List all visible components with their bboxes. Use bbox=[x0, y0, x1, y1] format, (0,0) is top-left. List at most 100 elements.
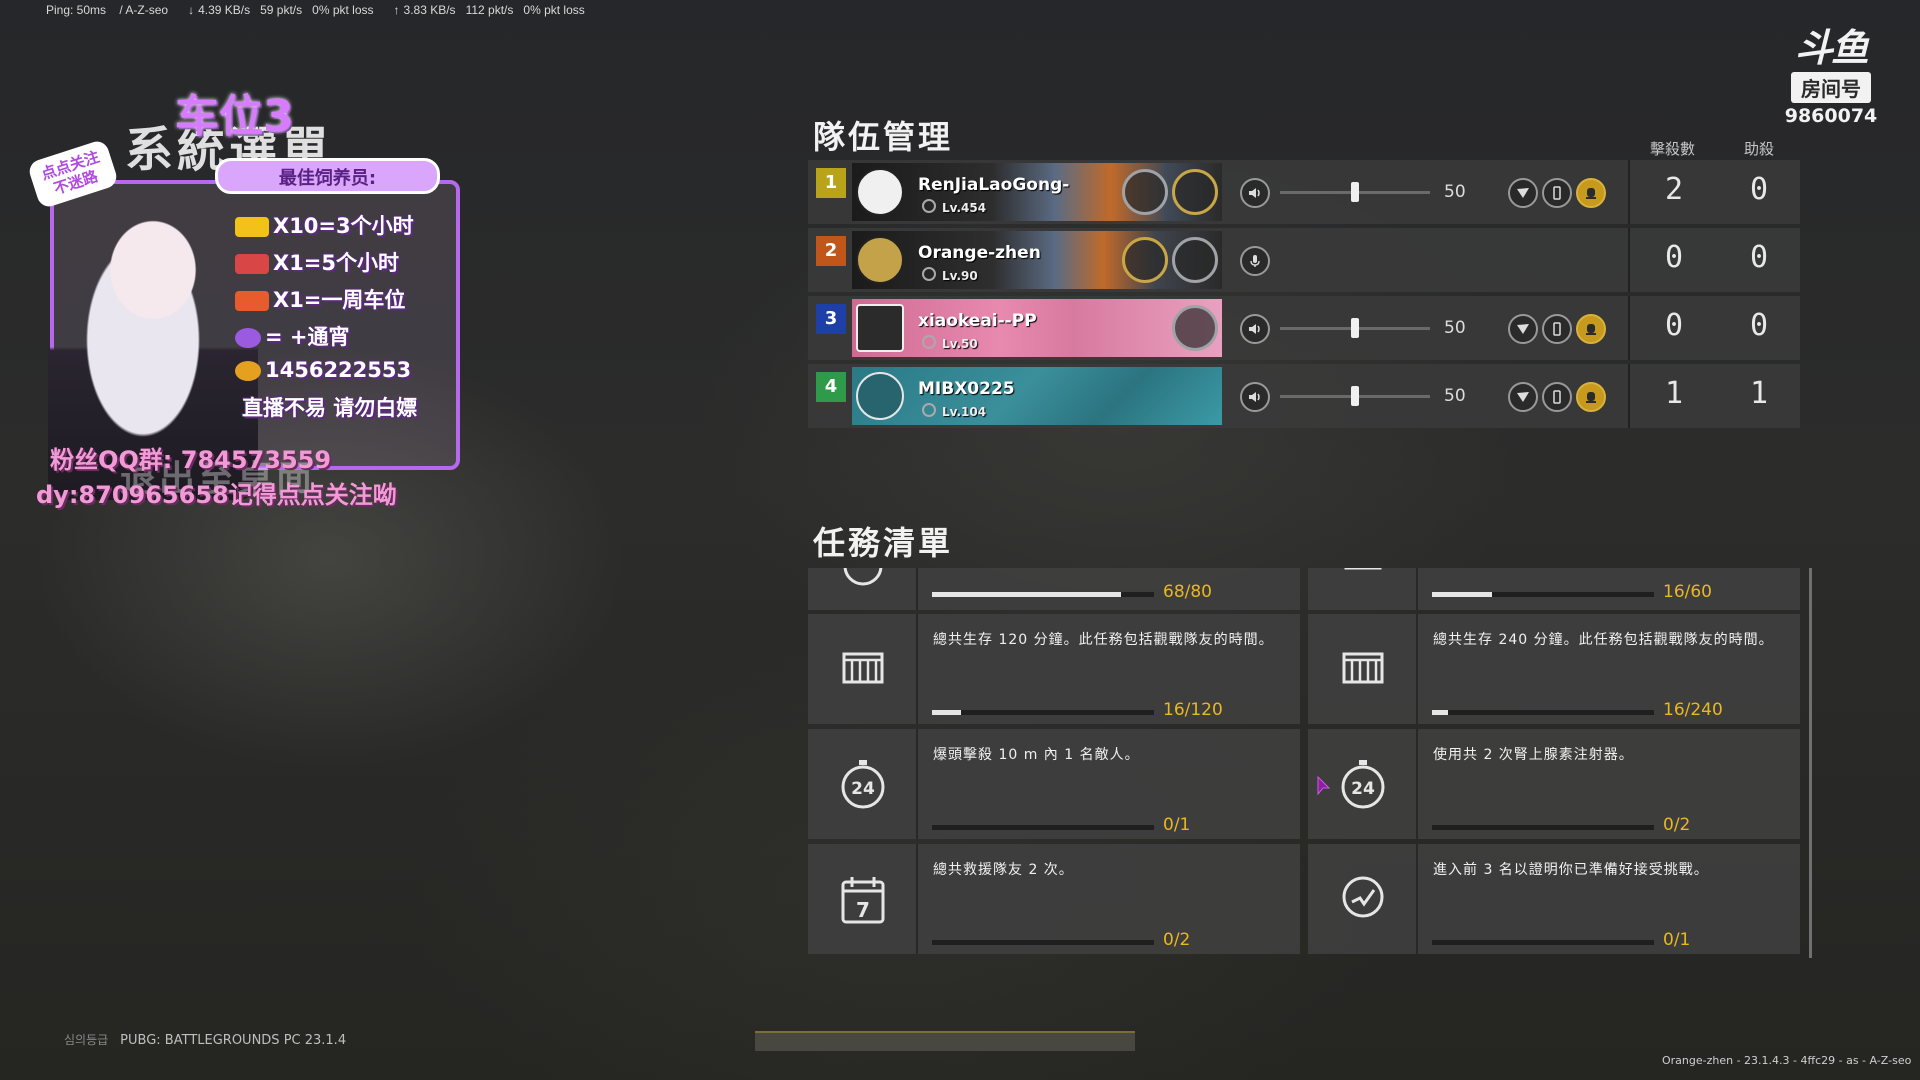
team-member-row: 3 xiaokeai--PP Lv.50 50 0 0 bbox=[808, 296, 1800, 360]
stopwatch-24-icon: 24 bbox=[1341, 760, 1385, 809]
volume-slider-knob[interactable] bbox=[1351, 386, 1359, 406]
mission-description: 總共生存 240 分鐘。此任務包括觀戰隊友的時間。 bbox=[1433, 632, 1774, 648]
player-level: Lv.90 bbox=[922, 267, 978, 283]
room-number: 9860074 bbox=[1784, 105, 1878, 127]
mission-description: 進入前 3 名以證明你已準備好接受挑戰。 bbox=[1433, 862, 1709, 878]
mission-progress-text: 0/1 bbox=[1163, 815, 1191, 835]
player-nameplate[interactable]: xiaokeai--PP Lv.50 bbox=[852, 299, 1222, 357]
team-member-row: 4 MIBX0225 Lv.104 50 1 1 bbox=[808, 364, 1800, 428]
column-divider bbox=[1628, 296, 1630, 360]
mission-progress-bar bbox=[932, 825, 1154, 830]
volume-slider-knob[interactable] bbox=[1351, 318, 1359, 338]
mission-card: 24 爆頭擊殺 10 m 內 1 名敵人。 0/1 bbox=[808, 729, 1300, 839]
player-level: Lv.50 bbox=[922, 335, 978, 351]
mission-icon-cell: 24 bbox=[808, 729, 918, 839]
download-arrow-icon: ↓ bbox=[188, 3, 195, 17]
microphone-button[interactable] bbox=[1240, 246, 1270, 276]
mission-icon-cell: 7 bbox=[808, 844, 918, 954]
rank-badge-icon bbox=[1122, 237, 1168, 283]
volume-slider[interactable] bbox=[1280, 318, 1430, 338]
report-button[interactable] bbox=[1576, 314, 1606, 344]
player-level: Lv.104 bbox=[922, 403, 986, 419]
svg-text:24: 24 bbox=[1351, 779, 1375, 799]
microphone-icon bbox=[1250, 255, 1260, 267]
mission-card: 24 使用共 2 次腎上腺素注射器。 0/2 bbox=[1308, 729, 1800, 839]
speaker-icon bbox=[1249, 188, 1260, 198]
mission-progress-bar bbox=[1432, 940, 1654, 945]
volume-value: 50 bbox=[1444, 318, 1466, 338]
ticket-icon bbox=[235, 217, 269, 237]
volume-slider[interactable] bbox=[1280, 386, 1430, 406]
kills-count: 1 bbox=[1664, 376, 1684, 411]
best-feeder-banner: 最佳饲养员: bbox=[215, 158, 440, 194]
kills-count: 2 bbox=[1664, 172, 1684, 207]
kills-count: 0 bbox=[1664, 308, 1684, 343]
report-icon bbox=[1586, 392, 1596, 403]
map-marker-button[interactable] bbox=[1508, 314, 1538, 344]
bottom-hint-bar bbox=[755, 1031, 1135, 1051]
achievement-badge-icon bbox=[1172, 169, 1218, 215]
map-marker-button[interactable] bbox=[1508, 178, 1538, 208]
achievement-badge-icon bbox=[1172, 237, 1218, 283]
mission-card: 7 總共救援隊友 2 次。 0/2 bbox=[808, 844, 1300, 954]
volume-slider-knob[interactable] bbox=[1351, 182, 1359, 202]
player-emblem-icon bbox=[856, 236, 904, 284]
phone-button[interactable] bbox=[1542, 382, 1572, 412]
mission-progress-text: 0/2 bbox=[1663, 815, 1691, 835]
mission-progress-text: 16/240 bbox=[1663, 700, 1723, 720]
speaker-icon bbox=[1249, 392, 1260, 402]
mission-list-title: 任務清單 bbox=[813, 524, 954, 562]
crate-icon bbox=[1342, 652, 1384, 684]
mission-progress-fill bbox=[932, 592, 1121, 597]
column-divider bbox=[1628, 160, 1630, 224]
mission-icon-cell bbox=[1308, 614, 1418, 724]
report-button[interactable] bbox=[1576, 178, 1606, 208]
crown-icon bbox=[235, 328, 261, 348]
volume-slider[interactable] bbox=[1280, 182, 1430, 202]
mission-list-scrollbar[interactable] bbox=[1809, 568, 1812, 958]
streamer-overlay: 系統選單 车位3 点点关注 不迷路 最佳饲养员: X10=3个小时 X1=5个小… bbox=[20, 70, 490, 510]
assists-count: 0 bbox=[1749, 240, 1769, 275]
speaker-button[interactable] bbox=[1240, 178, 1270, 208]
crate-icon bbox=[842, 652, 884, 684]
team-management-title: 隊伍管理 bbox=[813, 118, 954, 156]
svg-text:24: 24 bbox=[851, 779, 875, 799]
mission-description: 使用共 2 次腎上腺素注射器。 bbox=[1433, 747, 1634, 763]
player-name: Orange-zhen bbox=[918, 243, 1041, 263]
mission-card: 總共生存 120 分鐘。此任務包括觀戰隊友的時間。 16/120 bbox=[808, 614, 1300, 724]
map-marker-icon bbox=[1517, 324, 1529, 334]
player-name: xiaokeai--PP bbox=[918, 311, 1037, 331]
volume-value: 50 bbox=[1444, 386, 1466, 406]
phone-button[interactable] bbox=[1542, 314, 1572, 344]
mission-progress-bar bbox=[932, 592, 1154, 597]
pubg-emblem-icon bbox=[856, 304, 904, 352]
player-nameplate[interactable]: RenJiaLaoGong- Lv.454 bbox=[852, 163, 1222, 221]
player-nameplate[interactable]: Orange-zhen Lv.90 bbox=[852, 231, 1222, 289]
phone-icon bbox=[1553, 186, 1561, 200]
mission-progress-text: 0/2 bbox=[1163, 930, 1191, 950]
speaker-button[interactable] bbox=[1240, 314, 1270, 344]
assists-column-header: 助殺 bbox=[1744, 140, 1775, 158]
mission-progress-text: 16/120 bbox=[1163, 700, 1223, 720]
room-label: 房间号 bbox=[1791, 72, 1871, 103]
mission-card: 68/80 bbox=[808, 568, 1300, 610]
reward-line: = +通宵 bbox=[235, 321, 350, 351]
mission-description: 總共生存 120 分鐘。此任務包括觀戰隊友的時間。 bbox=[933, 632, 1274, 648]
kills-column-header: 擊殺數 bbox=[1650, 140, 1696, 158]
mission-progress-bar bbox=[932, 710, 1154, 715]
mission-list[interactable]: 68/80 16/60 總共生存 120 分鐘。此任務包括觀戰隊友的時間。 16… bbox=[808, 568, 1808, 958]
slot-number: 4 bbox=[816, 372, 846, 402]
upload-arrow-icon: ↑ bbox=[393, 3, 400, 17]
crate-icon bbox=[1344, 568, 1382, 570]
report-button[interactable] bbox=[1576, 382, 1606, 412]
player-level: Lv.454 bbox=[922, 199, 986, 215]
notice-line: 直播不易 请勿白嫖 bbox=[242, 396, 418, 420]
rank-badge-icon bbox=[1172, 305, 1218, 351]
mission-progress-fill bbox=[1432, 710, 1448, 715]
player-emblem-icon bbox=[856, 372, 904, 420]
mission-icon-cell bbox=[1308, 844, 1418, 954]
phone-button[interactable] bbox=[1542, 178, 1572, 208]
player-nameplate[interactable]: MIBX0225 Lv.104 bbox=[852, 367, 1222, 425]
speaker-button[interactable] bbox=[1240, 382, 1270, 412]
map-marker-button[interactable] bbox=[1508, 382, 1538, 412]
